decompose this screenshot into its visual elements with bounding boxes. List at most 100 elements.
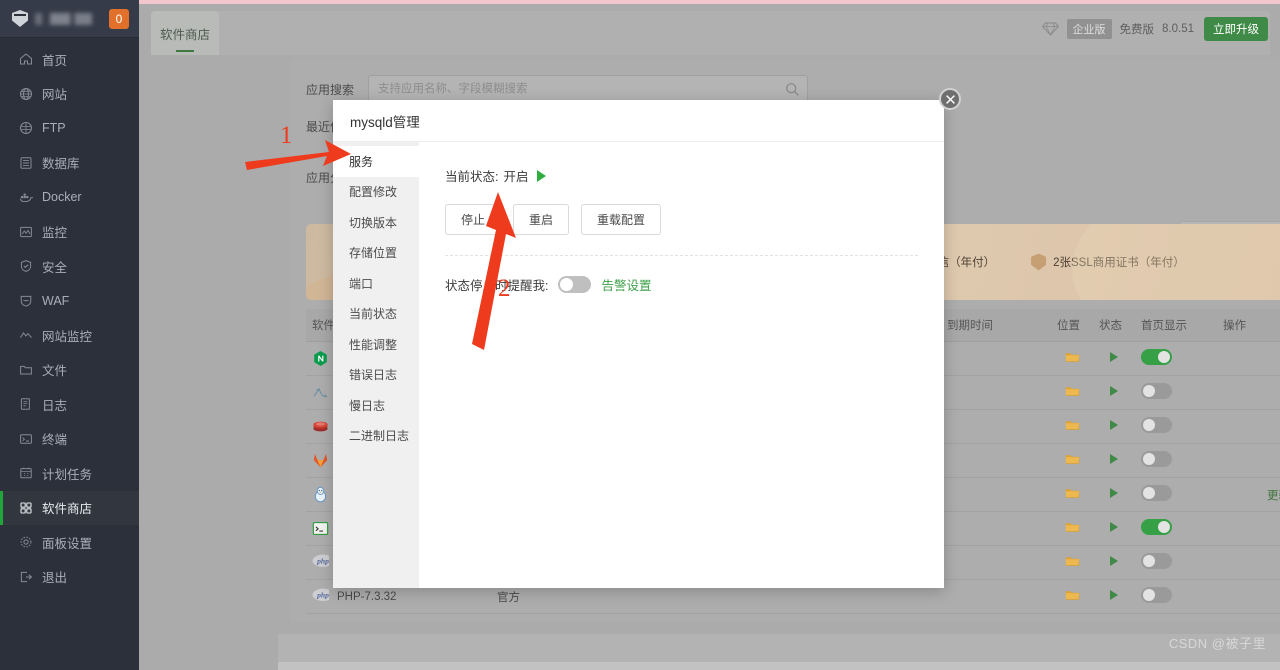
cell-position[interactable]	[1051, 443, 1093, 478]
docker-icon	[18, 190, 33, 205]
modal-menu-item-config[interactable]: 配置修改	[333, 177, 419, 208]
folder-icon[interactable]	[1065, 453, 1080, 465]
col-position: 位置	[1051, 309, 1093, 342]
cell-status[interactable]	[1093, 545, 1135, 580]
panel-username-blurred	[35, 12, 103, 25]
sidebar-item-website[interactable]: 网站	[0, 77, 139, 112]
folder-icon[interactable]	[1065, 555, 1080, 567]
mysqld-management-modal: mysqld管理 服务 配置修改 切换版本 存储位置 端口 当前状态 性能调整 …	[333, 88, 961, 588]
tab-software-store[interactable]: 软件商店	[151, 11, 219, 55]
sidebar-item-logs[interactable]: 日志	[0, 387, 139, 422]
nginx-icon	[314, 351, 327, 366]
supervisor-icon	[314, 486, 327, 503]
stop-alert-toggle[interactable]	[558, 276, 592, 293]
folder-icon[interactable]	[1065, 385, 1080, 397]
cell-position[interactable]	[1051, 375, 1093, 410]
sidebar-item-label: 首页	[42, 53, 68, 68]
folder-icon	[18, 362, 33, 377]
gear-icon	[18, 535, 33, 550]
sidebar-item-waf[interactable]: WAF	[0, 284, 139, 319]
ssl-shield-icon	[1031, 253, 1047, 271]
search-input[interactable]	[369, 76, 807, 102]
cell-status[interactable]	[1093, 375, 1135, 410]
sidebar-item-docker[interactable]: Docker	[0, 180, 139, 215]
cell-position[interactable]	[1051, 511, 1093, 546]
search-icon[interactable]	[785, 82, 800, 97]
service-status-line: 当前状态: 开启	[445, 166, 944, 185]
modal-menu-item-binlog[interactable]: 二进制日志	[333, 421, 419, 452]
watermark: CSDN @被子里	[1168, 636, 1266, 651]
sidebar-item-monitor[interactable]: 监控	[0, 215, 139, 250]
homepage-display-toggle[interactable]	[1141, 383, 1172, 399]
homepage-display-toggle[interactable]	[1141, 553, 1172, 569]
modal-menu-item-status[interactable]: 当前状态	[333, 299, 419, 330]
sidebar-item-label: 终端	[42, 433, 68, 448]
cell-position[interactable]	[1051, 341, 1093, 376]
cell-homepage-display	[1135, 477, 1217, 512]
cell-homepage-display	[1135, 409, 1217, 444]
folder-icon[interactable]	[1065, 351, 1080, 363]
cell-status[interactable]	[1093, 409, 1135, 444]
op-更新[interactable]: 更新	[1267, 490, 1280, 502]
modal-menu-item-port[interactable]: 端口	[333, 268, 419, 299]
sidebar-item-security[interactable]: 安全	[0, 249, 139, 284]
current-edition-label: 免费版	[1119, 24, 1155, 36]
close-icon[interactable]	[939, 88, 961, 110]
sidebar-item-cron[interactable]: 计划任务	[0, 456, 139, 491]
modal-menu-item-service[interactable]: 服务	[333, 146, 419, 177]
sidebar-item-site-monitor[interactable]: 网站监控	[0, 318, 139, 353]
panel-version: 8.0.51	[1162, 23, 1194, 35]
modal-menu-item-perf[interactable]: 性能调整	[333, 329, 419, 360]
modal-menu-item-errorlog[interactable]: 错误日志	[333, 360, 419, 391]
homepage-display-toggle[interactable]	[1141, 417, 1172, 433]
cell-expire-time	[941, 511, 1051, 546]
modal-menu-item-storage[interactable]: 存储位置	[333, 238, 419, 269]
gitlab-icon	[313, 453, 328, 468]
redis-icon	[313, 421, 328, 432]
modal-menu-item-version[interactable]: 切换版本	[333, 207, 419, 238]
homepage-display-toggle[interactable]	[1141, 485, 1172, 501]
cell-status[interactable]	[1093, 341, 1135, 376]
restart-service-button[interactable]: 重启	[513, 204, 570, 235]
reload-config-button[interactable]: 重载配置	[581, 204, 662, 235]
cell-position[interactable]	[1051, 477, 1093, 512]
terminal-icon	[18, 431, 33, 446]
homepage-display-toggle[interactable]	[1141, 451, 1172, 467]
folder-icon[interactable]	[1065, 419, 1080, 431]
folder-icon[interactable]	[1065, 521, 1080, 533]
sidebar-item-logout[interactable]: 退出	[0, 560, 139, 595]
modal-body: 服务 配置修改 切换版本 存储位置 端口 当前状态 性能调整 错误日志 慢日志 …	[333, 142, 944, 588]
upgrade-button[interactable]: 立即升级	[1204, 17, 1268, 41]
alert-count-badge[interactable]: 0	[109, 8, 129, 29]
homepage-display-toggle[interactable]	[1141, 519, 1172, 535]
sidebar-item-database[interactable]: 数据库	[0, 146, 139, 181]
status-label: 当前状态:	[445, 170, 499, 184]
cell-status[interactable]	[1093, 579, 1135, 614]
cell-expire-time	[941, 477, 1051, 512]
sidebar-item-label: 数据库	[42, 157, 80, 172]
cell-status[interactable]	[1093, 511, 1135, 546]
folder-icon[interactable]	[1065, 589, 1080, 601]
homepage-display-toggle[interactable]	[1141, 349, 1172, 365]
cell-status[interactable]	[1093, 443, 1135, 478]
folder-icon[interactable]	[1065, 487, 1080, 499]
sidebar-item-files[interactable]: 文件	[0, 353, 139, 388]
homepage-display-toggle[interactable]	[1141, 587, 1172, 603]
sidebar-item-ftp[interactable]: FTP	[0, 111, 139, 146]
sidebar-item-software-store[interactable]: 软件商店	[0, 490, 139, 525]
cell-position[interactable]	[1051, 545, 1093, 580]
modal-menu-item-slowlog[interactable]: 慢日志	[333, 390, 419, 421]
sidebar-item-label: 安全	[42, 260, 68, 275]
running-play-icon	[1110, 556, 1118, 566]
cell-status[interactable]	[1093, 477, 1135, 512]
section-divider	[445, 255, 918, 256]
sidebar-item-terminal[interactable]: 终端	[0, 422, 139, 457]
cell-position[interactable]	[1051, 579, 1093, 614]
sidebar-item-panel-settings[interactable]: 面板设置	[0, 525, 139, 560]
cell-expire-time	[941, 341, 1051, 376]
stop-service-button[interactable]: 停止	[445, 204, 502, 235]
alert-settings-link[interactable]: 告警设置	[601, 275, 651, 294]
sidebar-item-home[interactable]: 首页	[0, 42, 139, 77]
cell-position[interactable]	[1051, 409, 1093, 444]
log-icon	[18, 397, 33, 412]
